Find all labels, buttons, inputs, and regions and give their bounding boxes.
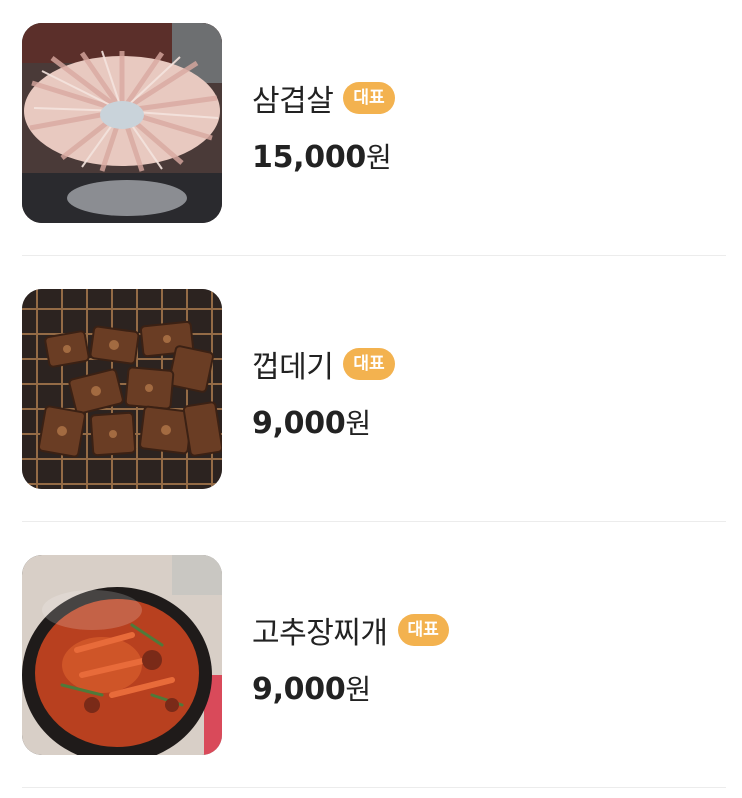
divider (22, 521, 726, 522)
name-row: 고추장찌개 대표 (252, 608, 449, 652)
price-unit: 원 (345, 673, 372, 706)
signature-badge: 대표 (343, 82, 395, 114)
price-unit: 원 (345, 407, 372, 440)
menu-list: 삼겹살 대표 15,000 원 껍데기 대표 9,000 원 고추장찌개 대표 … (0, 0, 742, 792)
menu-item-photo (22, 23, 222, 223)
menu-item-photo (22, 555, 222, 755)
signature-badge: 대표 (397, 614, 449, 646)
menu-item-info: 껍데기 대표 9,000 원 (252, 342, 395, 442)
price-unit: 원 (365, 141, 392, 174)
menu-item-photo (22, 289, 222, 489)
menu-item-gochujang-jjigae[interactable]: 고추장찌개 대표 9,000 원 (0, 532, 742, 798)
gochujang-stew-photo-icon (22, 555, 222, 755)
price-row: 9,000 원 (252, 668, 449, 708)
menu-item-price: 9,000 (252, 672, 346, 707)
divider (22, 255, 726, 256)
menu-item-info: 고추장찌개 대표 9,000 원 (252, 608, 449, 708)
pork-belly-photo-icon (22, 23, 222, 223)
menu-item-name: 삼겹살 (252, 84, 334, 119)
name-row: 삼겹살 대표 (252, 76, 395, 120)
menu-item-price: 9,000 (252, 406, 346, 441)
menu-item-name: 껍데기 (252, 350, 334, 385)
signature-badge: 대표 (343, 348, 395, 380)
menu-item-name: 고추장찌개 (252, 616, 388, 651)
menu-item-samgyeopsal[interactable]: 삼겹살 대표 15,000 원 (0, 0, 742, 266)
price-row: 15,000 원 (252, 136, 395, 176)
grilled-pork-skin-photo-icon (22, 289, 222, 489)
menu-item-price: 15,000 (252, 140, 366, 175)
price-row: 9,000 원 (252, 402, 395, 442)
menu-item-info: 삼겹살 대표 15,000 원 (252, 76, 395, 176)
name-row: 껍데기 대표 (252, 342, 395, 386)
menu-item-kkeopdegi[interactable]: 껍데기 대표 9,000 원 (0, 266, 742, 532)
divider (22, 787, 726, 788)
